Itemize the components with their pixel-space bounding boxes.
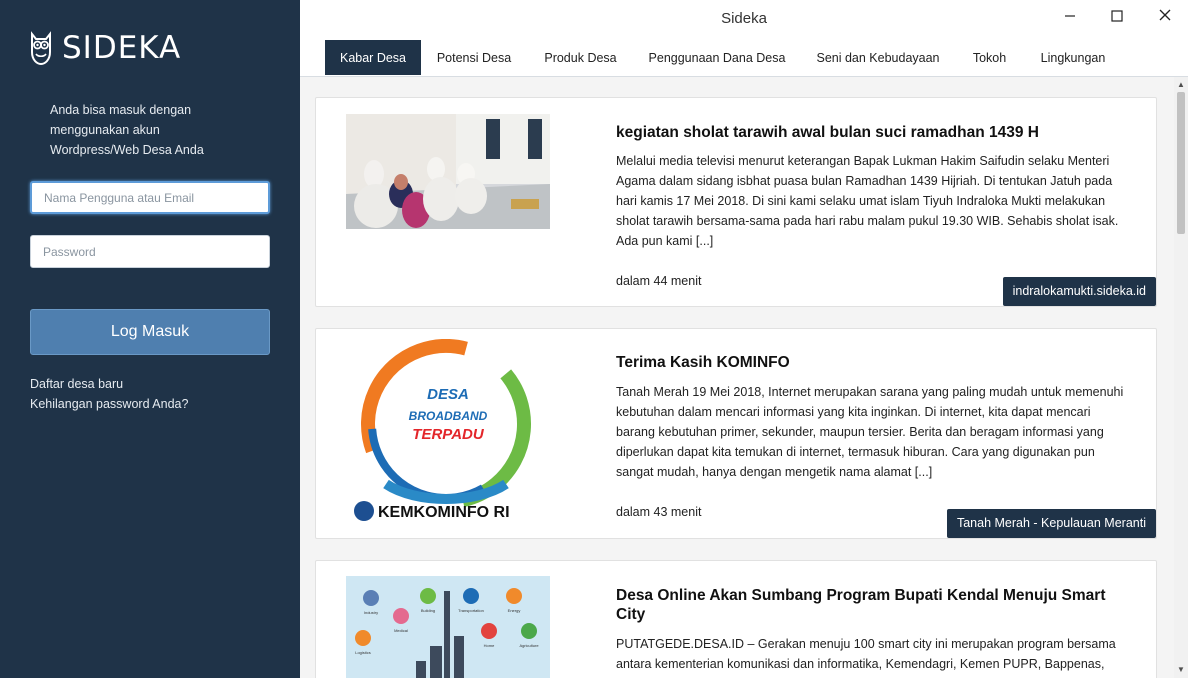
tab-potensi-desa[interactable]: Potensi Desa — [428, 40, 520, 75]
brand-name: SIDEKA — [62, 30, 182, 66]
tab-produk-desa[interactable]: Produk Desa — [536, 40, 625, 75]
news-feed: kegiatan sholat tarawih awal bulan suci … — [300, 77, 1174, 678]
scroll-up-arrow-icon[interactable]: ▲ — [1177, 81, 1185, 89]
window-title: Sideka — [721, 10, 767, 27]
scrollbar-thumb[interactable] — [1177, 92, 1185, 234]
illustration-label-medical: Medical — [394, 628, 408, 633]
logo-text-kemkominfo: KEMKOMINFO RI — [378, 504, 510, 521]
logo-text-broadband: BROADBAND — [409, 409, 488, 423]
illustration-label-industry: Industry — [364, 610, 378, 615]
news-card[interactable]: DESA BROADBAND TERPADU KEMKOMINFO RI Ter… — [315, 328, 1157, 539]
title-bar: Sideka — [300, 0, 1188, 38]
forgot-password-link[interactable]: Kehilangan password Anda? — [30, 394, 188, 414]
article-title[interactable]: kegiatan sholat tarawih awal bulan suci … — [616, 123, 1126, 142]
article-thumbnail[interactable] — [346, 114, 550, 229]
article-excerpt: Melalui media televisi menurut keteranga… — [616, 154, 1119, 248]
sidebar: SIDEKA Anda bisa masuk dengan menggunaka… — [0, 0, 300, 678]
logo-text-terpadu: TERPADU — [412, 426, 485, 443]
illustration-label-logistics: Logistics — [355, 650, 371, 655]
close-icon[interactable] — [1153, 6, 1177, 26]
article-time: dalam 44 menit — [616, 274, 702, 288]
news-card[interactable]: Industry Building Transportation Energy … — [315, 560, 1157, 678]
register-village-link[interactable]: Daftar desa baru — [30, 374, 188, 394]
login-button[interactable]: Log Masuk — [30, 309, 270, 355]
maximize-icon[interactable] — [1106, 6, 1130, 26]
tab-penggunaan-dana-desa[interactable]: Penggunaan Dana Desa — [642, 40, 792, 75]
article-excerpt: Tanah Merah 19 Mei 2018, Internet merupa… — [616, 385, 1124, 479]
article-source-badge[interactable]: Tanah Merah - Kepulauan Meranti — [946, 509, 1156, 538]
username-input[interactable] — [30, 181, 270, 214]
tab-tokoh[interactable]: Tokoh — [964, 40, 1015, 75]
article-excerpt: PUTATGEDE.DESA.ID – Gerakan menuju 100 s… — [616, 637, 1116, 671]
scroll-down-arrow-icon[interactable]: ▼ — [1177, 666, 1185, 674]
article-time: dalam 43 menit — [616, 505, 702, 519]
illustration-label-energy: Energy — [508, 608, 521, 613]
article-title[interactable]: Terima Kasih KOMINFO — [616, 353, 1126, 372]
password-input[interactable] — [30, 235, 270, 268]
tab-lingkungan[interactable]: Lingkungan — [1033, 40, 1113, 75]
brand-logo: SIDEKA — [28, 30, 181, 66]
tab-kabar-desa[interactable]: Kabar Desa — [325, 40, 421, 75]
article-thumbnail[interactable]: Industry Building Transportation Energy … — [346, 576, 550, 678]
logo-text-desa: DESA — [427, 386, 469, 403]
minimize-icon[interactable] — [1059, 6, 1083, 26]
login-intro-text: Anda bisa masuk dengan menggunakan akun … — [50, 103, 204, 157]
article-thumbnail[interactable]: DESA BROADBAND TERPADU KEMKOMINFO RI — [346, 339, 550, 529]
illustration-label-transportation: Transportation — [458, 608, 484, 613]
illustration-label-agriculture: Agriculture — [519, 643, 539, 648]
illustration-label-home: Home — [484, 643, 495, 648]
tab-seni-dan-kebudayaan[interactable]: Seni dan Kebudayaan — [808, 40, 948, 75]
category-tabs: Kabar Desa Potensi Desa Produk Desa Peng… — [300, 40, 1188, 77]
vertical-scrollbar[interactable]: ▲ ▼ — [1174, 77, 1188, 678]
article-source-badge[interactable]: indralokamukti.sideka.id — [1002, 277, 1156, 306]
article-title[interactable]: Desa Online Akan Sumbang Program Bupati … — [616, 586, 1126, 624]
news-card[interactable]: kegiatan sholat tarawih awal bulan suci … — [315, 97, 1157, 307]
sidebar-links: Daftar desa baru Kehilangan password And… — [30, 374, 188, 414]
illustration-label-building: Building — [421, 608, 435, 613]
owl-logo-icon — [31, 31, 51, 66]
